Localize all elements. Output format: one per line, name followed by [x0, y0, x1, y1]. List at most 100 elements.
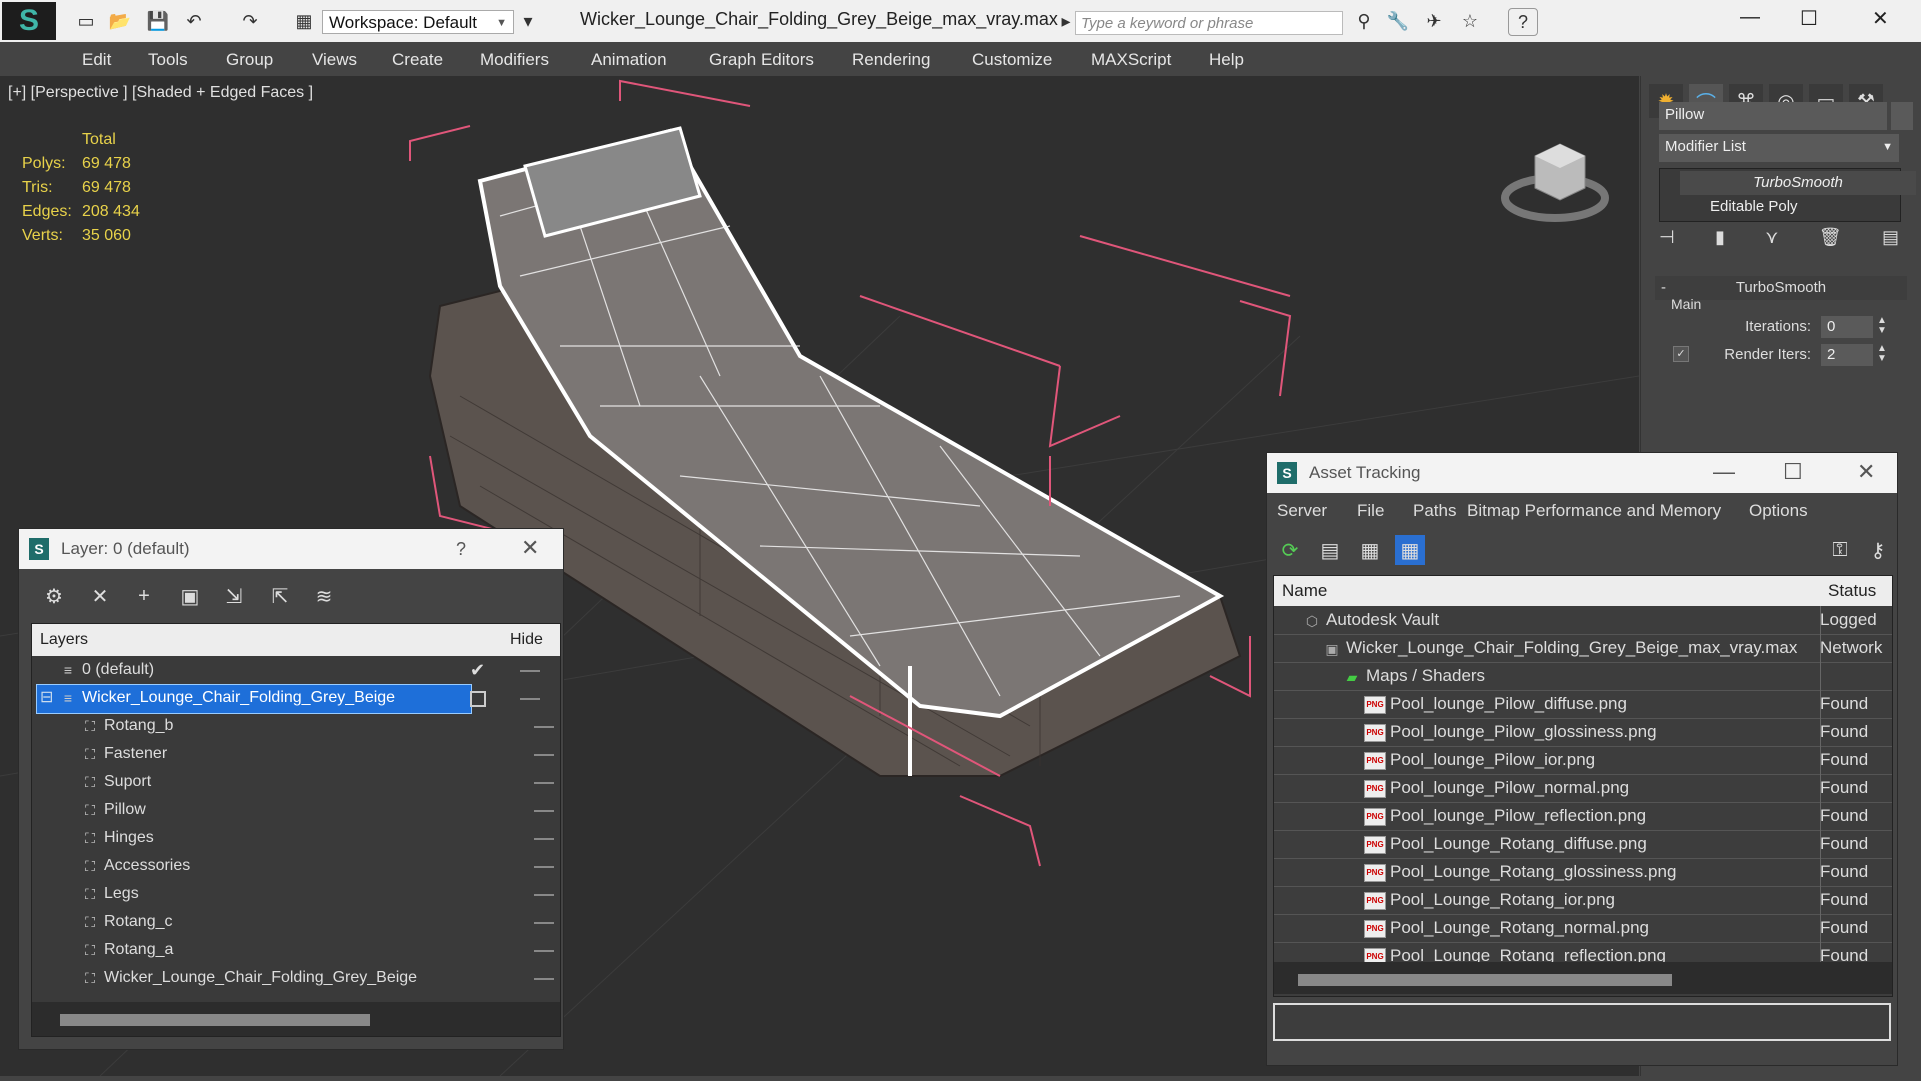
- asset-row[interactable]: ▰ Maps / Shaders: [1274, 662, 1892, 691]
- asset-window-titlebar[interactable]: S Asset Tracking — ☐ ✕: [1267, 453, 1897, 493]
- asset-row[interactable]: PNG Pool_lounge_Pilow_diffuse.png Found: [1274, 690, 1892, 719]
- maximize-icon[interactable]: ☐: [1800, 6, 1818, 31]
- scrollbar-thumb[interactable]: [1298, 974, 1672, 986]
- layer-settings-icon[interactable]: ⚙: [39, 581, 69, 611]
- add-layer-icon[interactable]: +: [129, 581, 159, 611]
- column-hide[interactable]: Hide: [510, 624, 543, 656]
- hide-toggle[interactable]: [534, 810, 554, 812]
- hide-toggle[interactable]: [534, 726, 554, 728]
- object-row[interactable]: ⛶ Rotang_a: [82, 936, 554, 964]
- asset-path-field[interactable]: [1273, 1003, 1891, 1041]
- pin-stack-icon[interactable]: ⊣: [1659, 227, 1675, 248]
- column-status[interactable]: Status: [1828, 576, 1876, 606]
- help-icon[interactable]: ?: [456, 539, 466, 560]
- layer-row-wicker[interactable]: ⊟ ≡ Wicker_Lounge_Chair_Folding_Grey_Beig…: [32, 684, 560, 714]
- vault-login-icon[interactable]: ⚿: [1825, 535, 1855, 565]
- project-folder-icon[interactable]: ▦: [290, 8, 318, 34]
- menu-maxscript[interactable]: MAXScript: [1091, 50, 1171, 70]
- menu-paths[interactable]: Paths: [1413, 501, 1456, 521]
- menu-options[interactable]: Options: [1749, 501, 1808, 521]
- select-layer-icon[interactable]: ▣: [175, 581, 205, 611]
- communication-icon[interactable]: ✈: [1420, 8, 1448, 34]
- maximize-icon[interactable]: ☐: [1783, 459, 1803, 485]
- render-iters-checkbox[interactable]: ✓: [1673, 346, 1689, 362]
- active-layer-check-icon[interactable]: ✔: [470, 656, 485, 684]
- delete-layer-icon[interactable]: ✕: [85, 581, 115, 611]
- asset-row[interactable]: PNG Pool_Lounge_Rotang_diffuse.png Found: [1274, 830, 1892, 859]
- menu-create[interactable]: Create: [392, 50, 443, 70]
- iterations-spinner-arrows-icon[interactable]: ▲ ▼: [1877, 316, 1887, 336]
- remove-modifier-icon[interactable]: 🗑: [1819, 227, 1842, 248]
- menu-group[interactable]: Group: [226, 50, 273, 70]
- menu-help[interactable]: Help: [1209, 50, 1244, 70]
- help-icon[interactable]: ?: [1508, 8, 1538, 36]
- asset-row[interactable]: PNG Pool_Lounge_Rotang_normal.png Found: [1274, 914, 1892, 943]
- list-view-icon[interactable]: ▤: [1315, 535, 1345, 565]
- hide-toggle[interactable]: [534, 782, 554, 784]
- hide-all-layers-icon[interactable]: ≋: [309, 581, 339, 611]
- favorites-star-icon[interactable]: ☆: [1456, 8, 1484, 34]
- object-row[interactable]: ⛶ Rotang_c: [82, 908, 554, 936]
- hide-toggle[interactable]: [534, 866, 554, 868]
- redo-icon[interactable]: ↷: [236, 8, 264, 34]
- close-icon[interactable]: ✕: [1872, 6, 1889, 31]
- asset-row[interactable]: ▣ Wicker_Lounge_Chair_Folding_Grey_Beige_…: [1274, 634, 1892, 663]
- horizontal-scrollbar[interactable]: [32, 1002, 560, 1036]
- menu-edit[interactable]: Edit: [82, 50, 111, 70]
- object-row[interactable]: ⛶ Fastener: [82, 740, 554, 768]
- refresh-icon[interactable]: ⟳: [1275, 535, 1305, 565]
- stack-item-turbosmooth[interactable]: TurboSmooth: [1680, 171, 1916, 195]
- layer-row-default[interactable]: ≡ 0 (default) ✔: [32, 656, 560, 684]
- open-file-icon[interactable]: 📂: [106, 8, 134, 34]
- thumbnail-view-icon[interactable]: ▦: [1355, 535, 1385, 565]
- asset-row[interactable]: PNG Pool_Lounge_Rotang_glossiness.png Foun…: [1274, 858, 1892, 887]
- render-iters-spinner-arrows-icon[interactable]: ▲ ▼: [1877, 344, 1887, 364]
- horizontal-scrollbar[interactable]: [1274, 962, 1892, 994]
- hide-toggle[interactable]: [534, 894, 554, 896]
- workspace-dropdown[interactable]: Workspace: Default ▼: [322, 10, 514, 34]
- menu-server[interactable]: Server: [1277, 501, 1327, 521]
- object-row[interactable]: ⛶ Rotang_b: [82, 712, 554, 740]
- scrollbar-thumb[interactable]: [60, 1014, 370, 1026]
- menu-animation[interactable]: Animation: [591, 50, 667, 70]
- close-icon[interactable]: ✕: [1857, 459, 1875, 485]
- search-input[interactable]: Type a keyword or phrase: [1075, 11, 1343, 35]
- asset-row[interactable]: PNG Pool_Lounge_Rotang_reflection.png Foun…: [1274, 942, 1892, 962]
- asset-row[interactable]: PNG Pool_lounge_Pilow_reflection.png Found: [1274, 802, 1892, 831]
- hide-toggle[interactable]: [534, 754, 554, 756]
- new-file-icon[interactable]: ▭: [72, 8, 100, 34]
- save-icon[interactable]: 💾: [144, 8, 172, 34]
- stack-item-editable-poly[interactable]: Editable Poly: [1680, 195, 1916, 219]
- object-row[interactable]: ⛶ Suport: [82, 768, 554, 796]
- object-row[interactable]: ⛶ Accessories: [82, 852, 554, 880]
- minimize-icon[interactable]: —: [1740, 6, 1760, 29]
- hide-toggle[interactable]: [520, 698, 540, 700]
- menu-rendering[interactable]: Rendering: [852, 50, 930, 70]
- vault-logout-icon[interactable]: ⚷: [1863, 535, 1893, 565]
- tools-icon[interactable]: 🔧: [1384, 8, 1412, 34]
- object-row[interactable]: ⛶ Legs: [82, 880, 554, 908]
- column-layers[interactable]: Layers: [40, 624, 88, 656]
- object-color-swatch[interactable]: [1891, 102, 1913, 130]
- column-name[interactable]: Name: [1282, 576, 1327, 606]
- layer-window-titlebar[interactable]: S Layer: 0 (default) ? ✕: [19, 529, 563, 569]
- collapse-icon[interactable]: ⊟: [40, 684, 53, 712]
- iterations-spinner[interactable]: 0: [1821, 316, 1873, 338]
- workspace-menu-icon[interactable]: ▾: [514, 8, 542, 34]
- asset-row[interactable]: ⬡ Autodesk Vault Logged: [1274, 606, 1892, 635]
- hide-toggle[interactable]: [520, 670, 540, 672]
- object-row[interactable]: ⛶ Pillow: [82, 796, 554, 824]
- add-to-layer-icon[interactable]: ⇲: [219, 581, 249, 611]
- hide-toggle[interactable]: [534, 922, 554, 924]
- render-iters-spinner[interactable]: 2: [1821, 344, 1873, 366]
- app-logo-icon[interactable]: S: [2, 2, 56, 40]
- hide-toggle[interactable]: [534, 950, 554, 952]
- menu-bitmap-performance[interactable]: Bitmap Performance and Memory: [1467, 501, 1721, 521]
- hide-toggle[interactable]: [534, 838, 554, 840]
- asset-row[interactable]: PNG Pool_lounge_Pilow_normal.png Found: [1274, 774, 1892, 803]
- menu-graph-editors[interactable]: Graph Editors: [709, 50, 814, 70]
- modifier-list-dropdown[interactable]: Modifier List ▼: [1659, 134, 1899, 162]
- active-layer-box-icon[interactable]: [470, 691, 486, 707]
- object-row[interactable]: ⛶ Hinges: [82, 824, 554, 852]
- menu-customize[interactable]: Customize: [972, 50, 1052, 70]
